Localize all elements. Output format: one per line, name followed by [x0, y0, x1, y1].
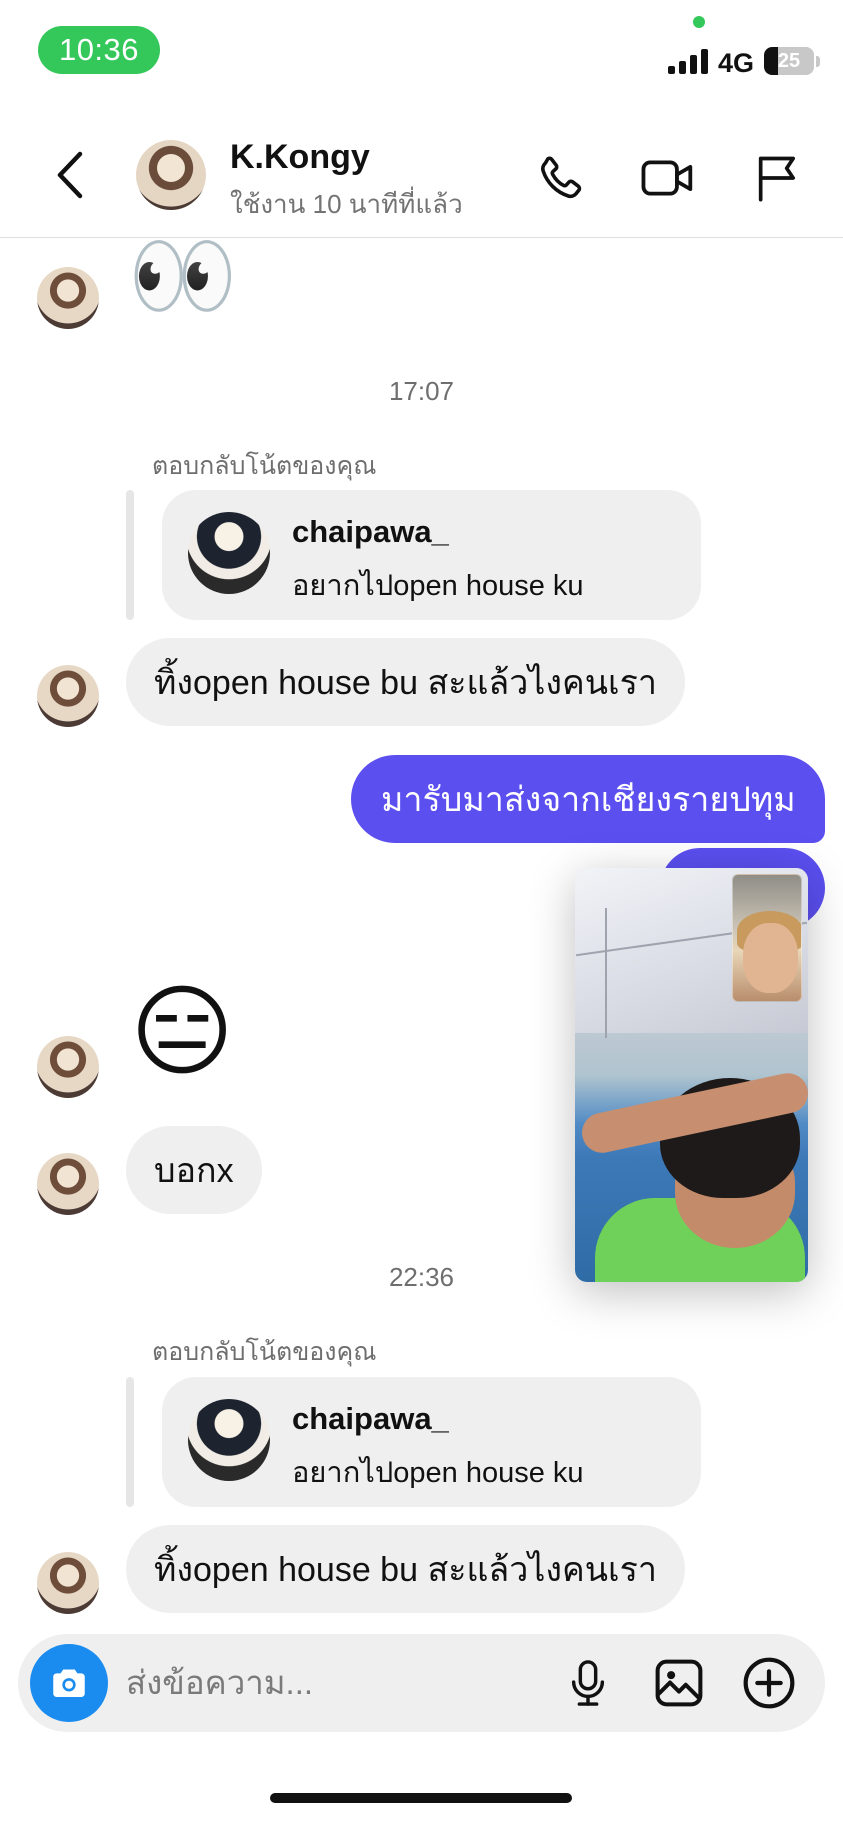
camera-icon: [53, 1669, 85, 1697]
note-author-avatar: [188, 512, 270, 594]
replied-note-card[interactable]: chaipawa_ อยากไปopen house ku: [162, 490, 701, 620]
contact-activity-status: ใช้งาน 10 นาทีที่แล้ว: [230, 189, 463, 219]
contact-avatar[interactable]: [136, 140, 206, 210]
video-camera-icon: [641, 160, 693, 196]
timestamp: 22:36: [388, 1262, 455, 1292]
contact-name[interactable]: K.Kongy: [230, 138, 370, 177]
back-icon: [57, 151, 83, 199]
incoming-message[interactable]: ทิ้งopen house bu สะแล้วไงคนเรา: [126, 638, 685, 726]
phone-icon: [540, 156, 582, 199]
note-author-username: chaipawa_: [292, 514, 449, 549]
status-bar: 10:36 4G 25: [0, 0, 843, 110]
status-time: 10:36: [38, 26, 160, 74]
video-call-pip[interactable]: [575, 868, 808, 1282]
self-camera-preview[interactable]: [732, 874, 802, 1002]
back-button[interactable]: [48, 148, 94, 202]
note-text: อยากไปopen house ku: [292, 1457, 584, 1489]
voice-message-button[interactable]: [557, 1652, 619, 1714]
reply-indicator-bar: [126, 1377, 134, 1507]
more-options-button[interactable]: [738, 1652, 800, 1714]
note-author-username: chaipawa_: [292, 1401, 449, 1436]
emoji-neutral-message[interactable]: 😑: [130, 982, 234, 1082]
timestamp: 17:07: [388, 376, 455, 406]
video-call-button[interactable]: [638, 148, 698, 208]
home-indicator[interactable]: [270, 1793, 572, 1803]
reply-indicator-bar: [126, 490, 134, 620]
add-circle-icon: [743, 1657, 795, 1709]
note-author-avatar: [188, 1399, 270, 1481]
incoming-message[interactable]: ทิ้งopen house bu สะแล้วไงคนเรา: [126, 1525, 685, 1613]
battery-cap: [816, 56, 820, 67]
message-composer: [18, 1634, 825, 1732]
image-icon: [655, 1659, 703, 1707]
reply-note-label: ตอบกลับโน้ตของคุณ: [152, 452, 377, 480]
sender-avatar[interactable]: [37, 1036, 99, 1098]
sender-avatar[interactable]: [37, 1153, 99, 1215]
battery-level: 25: [777, 49, 801, 72]
gallery-button[interactable]: [648, 1652, 710, 1714]
chat-header: K.Kongy ใช้งาน 10 นาทีที่แล้ว: [0, 110, 843, 238]
sender-avatar[interactable]: [37, 267, 99, 329]
message-input[interactable]: [126, 1654, 456, 1712]
signal-strength-icon: [668, 46, 710, 74]
note-text: อยากไปopen house ku: [292, 570, 584, 602]
flag-icon: [758, 156, 796, 202]
battery-icon: 25: [764, 47, 814, 75]
camera-button[interactable]: [30, 1644, 108, 1722]
ceiling-line: [605, 908, 607, 1038]
reply-note-label: ตอบกลับโน้ตของคุณ: [152, 1338, 377, 1366]
report-button[interactable]: [748, 148, 808, 208]
microphone-icon: [571, 1660, 605, 1706]
outgoing-message[interactable]: มารับมาส่งจากเชียงรายปทุม: [351, 755, 825, 843]
network-type: 4G: [718, 48, 755, 78]
sender-avatar[interactable]: [37, 665, 99, 727]
audio-call-button[interactable]: [530, 148, 590, 208]
emoji-eyes-message[interactable]: 👀: [128, 232, 238, 320]
incoming-message[interactable]: บอกx: [126, 1126, 262, 1214]
replied-note-card[interactable]: chaipawa_ อยากไปopen house ku: [162, 1377, 701, 1507]
privacy-indicator-dot: [693, 16, 705, 28]
sender-avatar[interactable]: [37, 1552, 99, 1614]
